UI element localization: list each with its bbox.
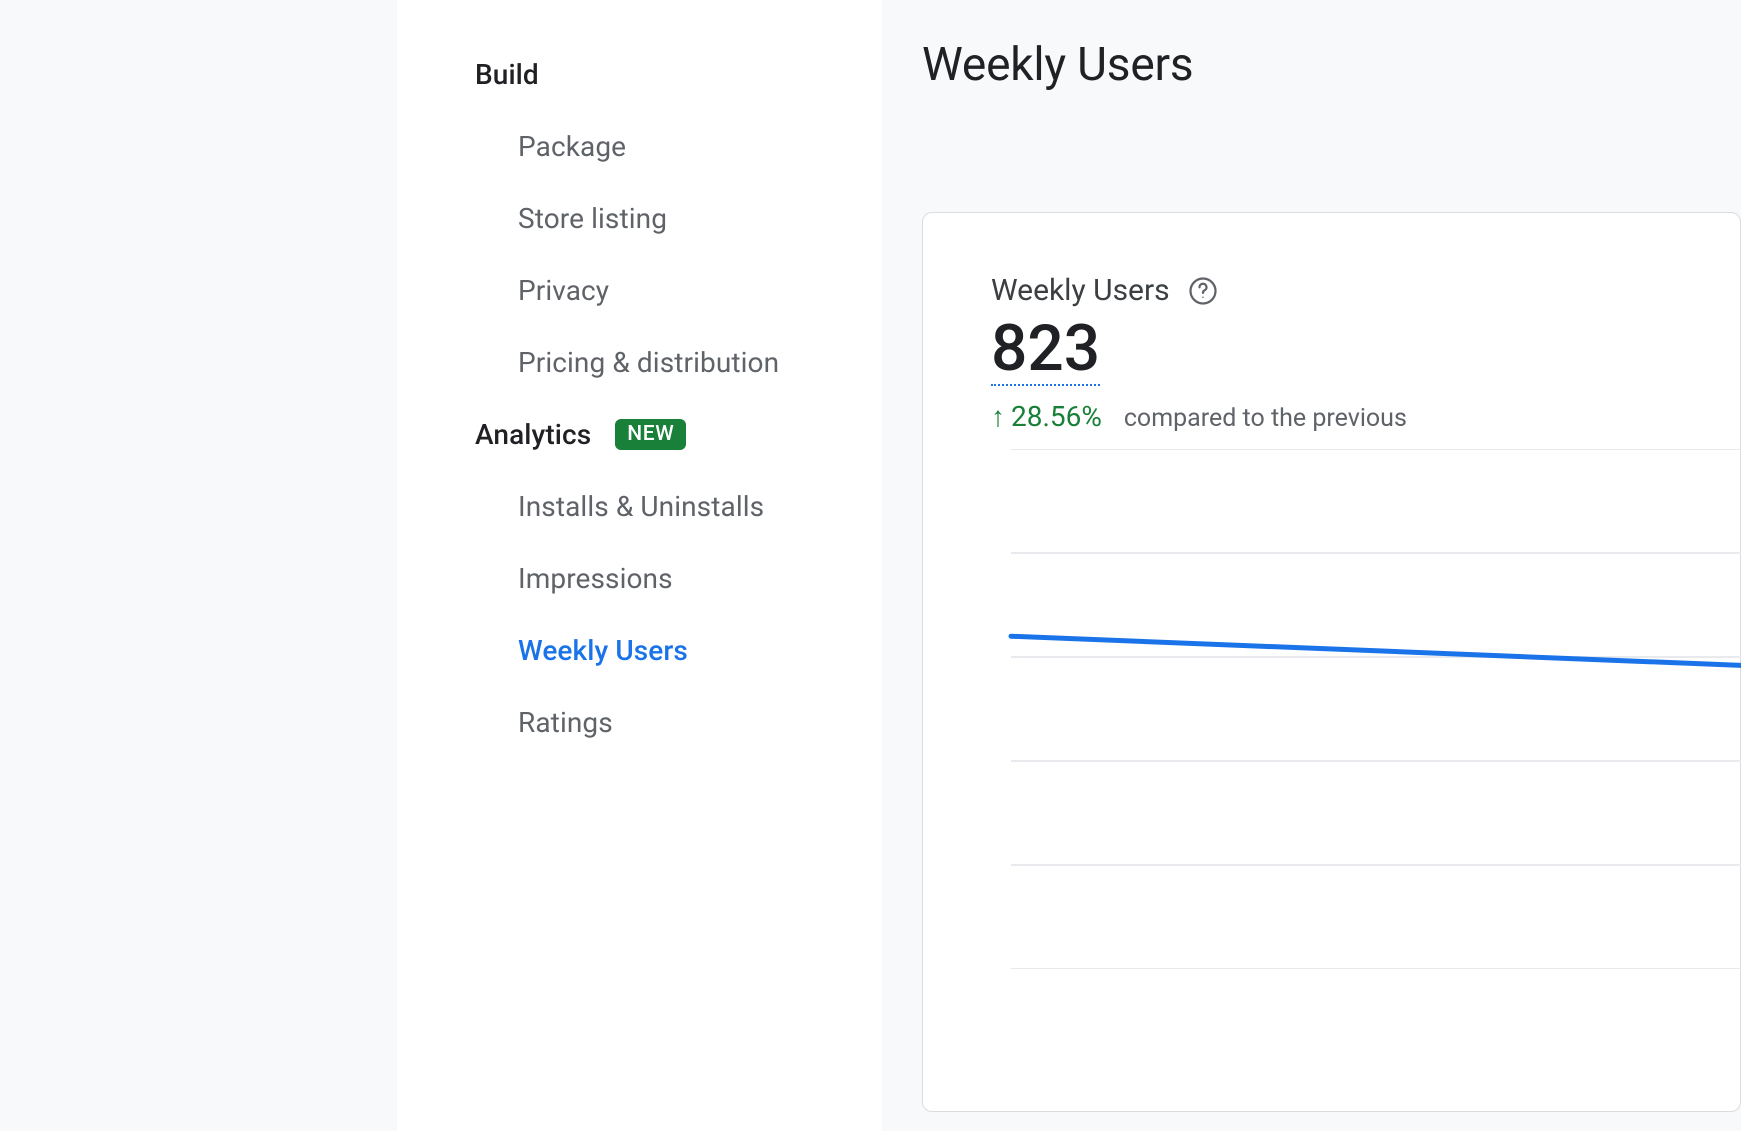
sidebar-item-label: Installs & Uninstalls xyxy=(518,490,764,523)
sidebar-section-build[interactable]: Build xyxy=(397,38,882,110)
sidebar-item-label: Impressions xyxy=(518,562,673,595)
main-content: Weekly Users Weekly Users 823 ↑ 2 xyxy=(882,0,1741,1131)
sidebar-item-label: Privacy xyxy=(518,274,609,307)
sidebar-item-weekly-users[interactable]: Weekly Users xyxy=(397,614,882,686)
card-header: Weekly Users xyxy=(991,273,1740,308)
sidebar-item-pricing-distribution[interactable]: Pricing & distribution xyxy=(397,326,882,398)
delta-positive: ↑ 28.56% xyxy=(991,400,1102,433)
sidebar: Build Package Store listing Privacy Pric… xyxy=(397,0,882,1131)
sidebar-item-privacy[interactable]: Privacy xyxy=(397,254,882,326)
page-title: Weekly Users xyxy=(922,38,1741,92)
metric-card: Weekly Users 823 ↑ 28.56% compared to xyxy=(922,212,1741,1112)
metric-value-wrap: 823 xyxy=(991,314,1740,400)
new-badge: NEW xyxy=(615,419,686,450)
delta-compare-text: compared to the previous xyxy=(1124,404,1407,433)
delta-percent: 28.56% xyxy=(1011,400,1102,433)
left-gutter xyxy=(0,0,397,1131)
sidebar-section-analytics[interactable]: Analytics NEW xyxy=(397,398,882,470)
sidebar-item-label: Ratings xyxy=(518,706,613,739)
sidebar-item-installs-uninstalls[interactable]: Installs & Uninstalls xyxy=(397,470,882,542)
sidebar-item-ratings[interactable]: Ratings xyxy=(397,686,882,758)
sidebar-item-label: Pricing & distribution xyxy=(518,346,779,379)
sidebar-item-impressions[interactable]: Impressions xyxy=(397,542,882,614)
metric-value: 823 xyxy=(991,314,1100,386)
sidebar-item-label: Store listing xyxy=(518,202,667,235)
card-title: Weekly Users xyxy=(991,273,1170,308)
sidebar-item-package[interactable]: Package xyxy=(397,110,882,182)
weekly-users-chart xyxy=(991,449,1740,969)
sidebar-section-label: Analytics xyxy=(475,418,591,451)
sidebar-section-label: Build xyxy=(475,58,539,91)
help-icon[interactable] xyxy=(1188,276,1218,306)
delta-row: ↑ 28.56% compared to the previous xyxy=(991,400,1740,433)
arrow-up-icon: ↑ xyxy=(991,403,1005,431)
sidebar-item-label: Weekly Users xyxy=(518,634,688,667)
sidebar-item-store-listing[interactable]: Store listing xyxy=(397,182,882,254)
sidebar-item-label: Package xyxy=(518,130,626,163)
app-root: Build Package Store listing Privacy Pric… xyxy=(0,0,1741,1131)
